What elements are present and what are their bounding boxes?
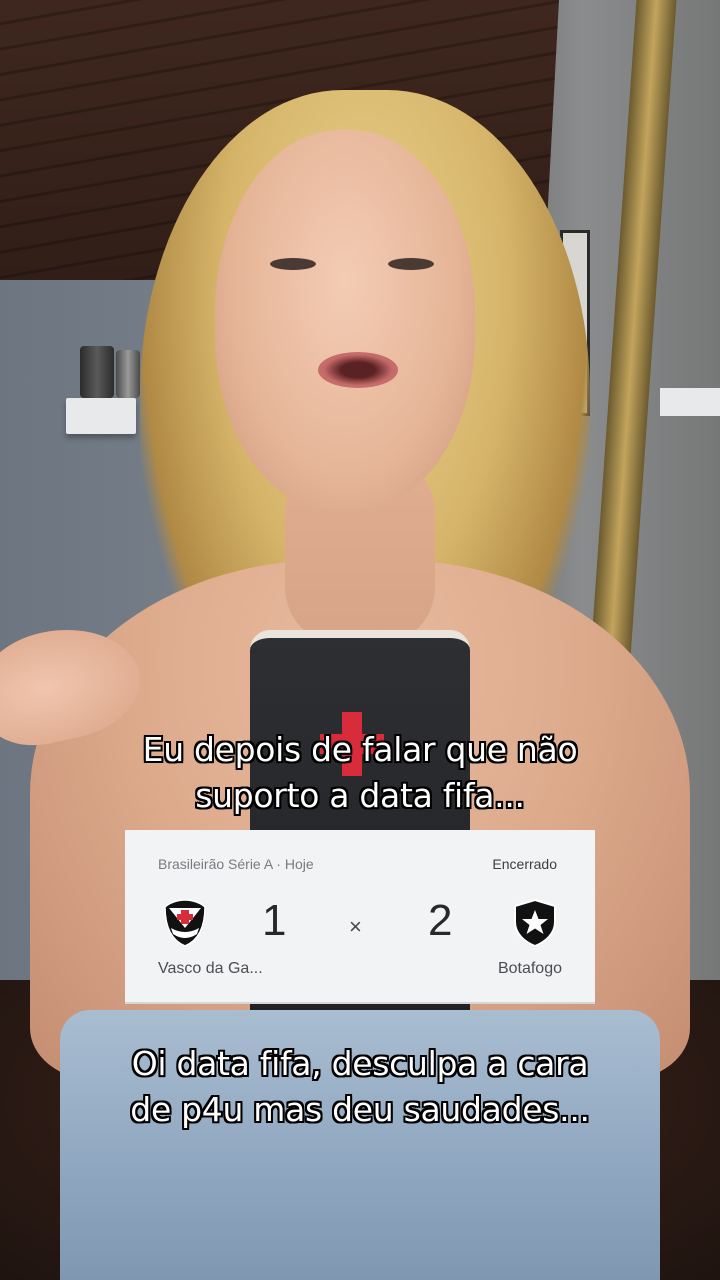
home-score: 1 <box>262 896 287 945</box>
vasco-crest-icon <box>164 899 206 947</box>
home-team-name: Vasco da Ga... <box>158 960 263 977</box>
person-face <box>215 130 475 510</box>
caption-top: Eu depois de falar que não suporto a dat… <box>0 727 720 819</box>
score-separator: × <box>349 914 362 939</box>
match-status: Encerrado <box>492 856 557 872</box>
person-mouth <box>318 352 398 388</box>
match-score-card: Brasileirão Série A · Hoje Encerrado 1 ×… <box>125 830 595 1004</box>
league-label: Brasileirão Série A · Hoje <box>158 856 314 872</box>
left-shelf <box>66 398 136 434</box>
caption-line: de p4u mas deu saudades... <box>130 1090 590 1129</box>
person-eye <box>388 258 434 270</box>
away-score: 2 <box>428 896 453 945</box>
right-shelf <box>660 388 720 416</box>
mug <box>116 350 140 398</box>
caption-line: suporto a data fifa... <box>195 776 525 815</box>
caption-line: Oi data fifa, desculpa a cara <box>131 1044 589 1083</box>
botafogo-crest-icon <box>514 898 556 948</box>
person-eye <box>270 258 316 270</box>
caption-line: Eu depois de falar que não <box>142 730 578 769</box>
mug <box>80 346 114 398</box>
away-team-name: Botafogo <box>497 960 562 977</box>
caption-bottom: Oi data fifa, desculpa a cara de p4u mas… <box>0 1041 720 1133</box>
